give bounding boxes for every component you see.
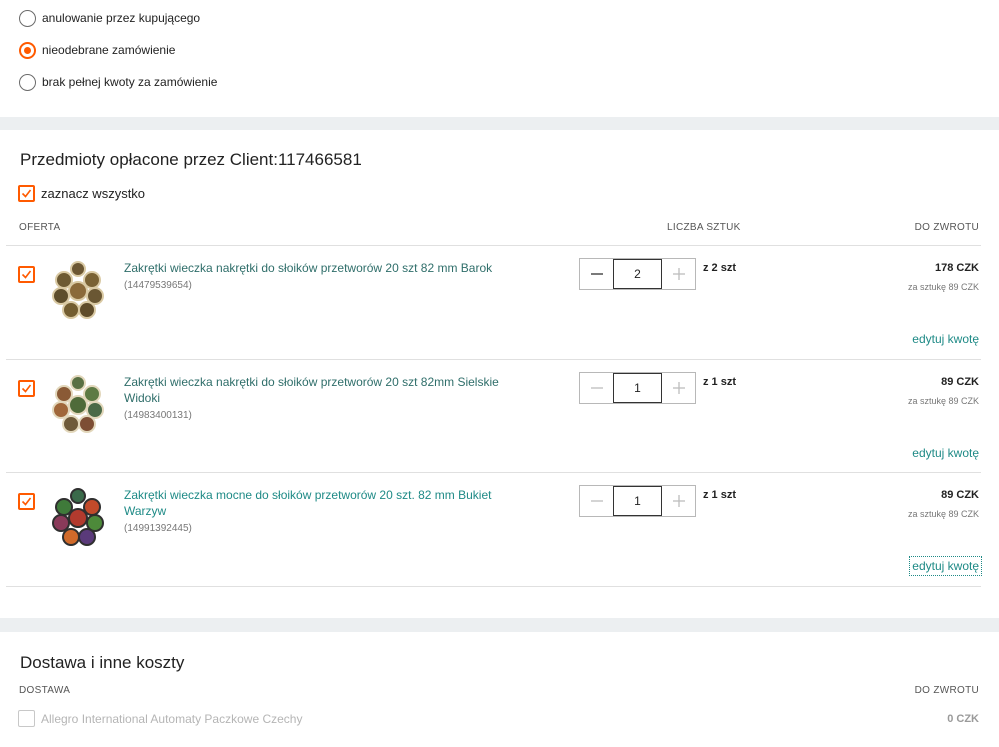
check-icon xyxy=(21,270,32,279)
max-quantity: z 1 szt xyxy=(703,489,737,501)
item-title-link[interactable]: Zakrętki wieczka mocne do słoików przetw… xyxy=(124,487,504,519)
increase-button[interactable] xyxy=(662,259,695,289)
minus-icon xyxy=(590,273,603,275)
decrease-button[interactable] xyxy=(580,486,613,516)
column-header-quantity: LICZBA SZTUK xyxy=(667,222,741,233)
column-header-offer: OFERTA xyxy=(19,222,61,233)
reason-option-buyer-cancel[interactable]: anulowanie przez kupującego xyxy=(19,9,200,27)
delivery-card: Dostawa i inne koszty DOSTAWA DO ZWROTU … xyxy=(0,632,999,747)
unit-price: za sztukę 89 CZK xyxy=(907,282,979,292)
max-quantity: z 2 szt xyxy=(703,262,737,274)
item-checkbox[interactable] xyxy=(18,493,35,510)
decrease-button[interactable] xyxy=(580,373,613,403)
select-all-label: zaznacz wszystko xyxy=(41,186,146,201)
reason-option-not-collected[interactable]: nieodebrane zamówienie xyxy=(19,41,175,59)
plus-icon xyxy=(672,268,685,280)
quantity-stepper: 2 xyxy=(579,258,696,290)
quantity-input[interactable]: 2 xyxy=(613,259,662,289)
select-all[interactable]: zaznacz wszystko xyxy=(18,185,145,202)
delivery-section-title: Dostawa i inne koszty xyxy=(20,653,185,672)
minus-icon xyxy=(590,387,603,389)
check-icon xyxy=(21,384,32,393)
item-title-link[interactable]: Zakrętki wieczka nakrętki do słoików prz… xyxy=(124,374,504,406)
select-all-checkbox[interactable] xyxy=(18,185,35,202)
plus-icon xyxy=(672,382,685,394)
increase-button[interactable] xyxy=(662,373,695,403)
item-title-link[interactable]: Zakrętki wieczka nakrętki do słoików prz… xyxy=(124,260,504,276)
refund-amount: 178 CZK xyxy=(934,262,979,274)
refund-amount: 89 CZK xyxy=(941,376,979,388)
quantity-input[interactable]: 1 xyxy=(613,373,662,403)
quantity-stepper: 1 xyxy=(579,485,696,517)
product-thumbnail xyxy=(52,375,104,433)
minus-icon xyxy=(590,500,603,502)
reason-card: anulowanie przez kupującego nieodebrane … xyxy=(0,0,999,117)
reason-label: nieodebrane zamówienie xyxy=(42,43,176,57)
column-header-delivery: DOSTAWA xyxy=(19,685,71,696)
check-icon xyxy=(21,497,32,506)
refund-item-row: Zakrętki wieczka nakrętki do słoików prz… xyxy=(0,360,999,473)
refund-amount: 89 CZK xyxy=(941,489,979,501)
product-thumbnail xyxy=(52,261,104,319)
refund-item-row: Zakrętki wieczka nakrętki do słoików prz… xyxy=(0,246,999,359)
product-thumbnail xyxy=(52,488,104,546)
max-quantity: z 1 szt xyxy=(703,376,737,388)
items-card: Przedmioty opłacone przez Client:1174665… xyxy=(0,130,999,618)
item-offer-id: (14991392445) xyxy=(124,523,192,534)
reason-label: brak pełnej kwoty za zamówienie xyxy=(42,75,218,89)
refund-item-row: Zakrętki wieczka mocne do słoików przetw… xyxy=(0,473,999,586)
unit-price: za sztukę 89 CZK xyxy=(907,509,979,519)
radio-button-selected[interactable] xyxy=(19,41,36,59)
reason-option-partial-payment[interactable]: brak pełnej kwoty za zamówienie xyxy=(19,73,217,91)
column-header-refund: DO ZWROTU xyxy=(914,685,979,696)
edit-amount-link[interactable]: edytuj kwotę xyxy=(912,446,979,460)
increase-button[interactable] xyxy=(662,486,695,516)
items-section-title: Przedmioty opłacone przez Client:1174665… xyxy=(20,150,362,169)
radio-button[interactable] xyxy=(19,73,36,91)
delivery-checkbox[interactable] xyxy=(18,710,35,727)
delivery-method-label: Allegro International Automaty Paczkowe … xyxy=(41,711,303,726)
reason-label: anulowanie przez kupującego xyxy=(42,11,201,25)
quantity-input[interactable]: 1 xyxy=(613,486,662,516)
delivery-option[interactable]: Allegro International Automaty Paczkowe … xyxy=(18,710,302,727)
decrease-button[interactable] xyxy=(580,259,613,289)
item-checkbox[interactable] xyxy=(18,266,35,283)
unit-price: za sztukę 89 CZK xyxy=(907,396,979,406)
item-offer-id: (14983400131) xyxy=(124,410,192,421)
column-header-refund: DO ZWROTU xyxy=(914,222,979,233)
check-icon xyxy=(21,189,32,198)
plus-icon xyxy=(672,495,685,507)
item-offer-id: (14479539654) xyxy=(124,280,192,291)
edit-amount-link[interactable]: edytuj kwotę xyxy=(912,332,979,346)
radio-button[interactable] xyxy=(19,9,36,27)
delivery-refund-amount: 0 CZK xyxy=(947,713,979,725)
edit-amount-link[interactable]: edytuj kwotę xyxy=(909,556,982,576)
item-checkbox[interactable] xyxy=(18,380,35,397)
quantity-stepper: 1 xyxy=(579,372,696,404)
divider xyxy=(6,586,981,587)
